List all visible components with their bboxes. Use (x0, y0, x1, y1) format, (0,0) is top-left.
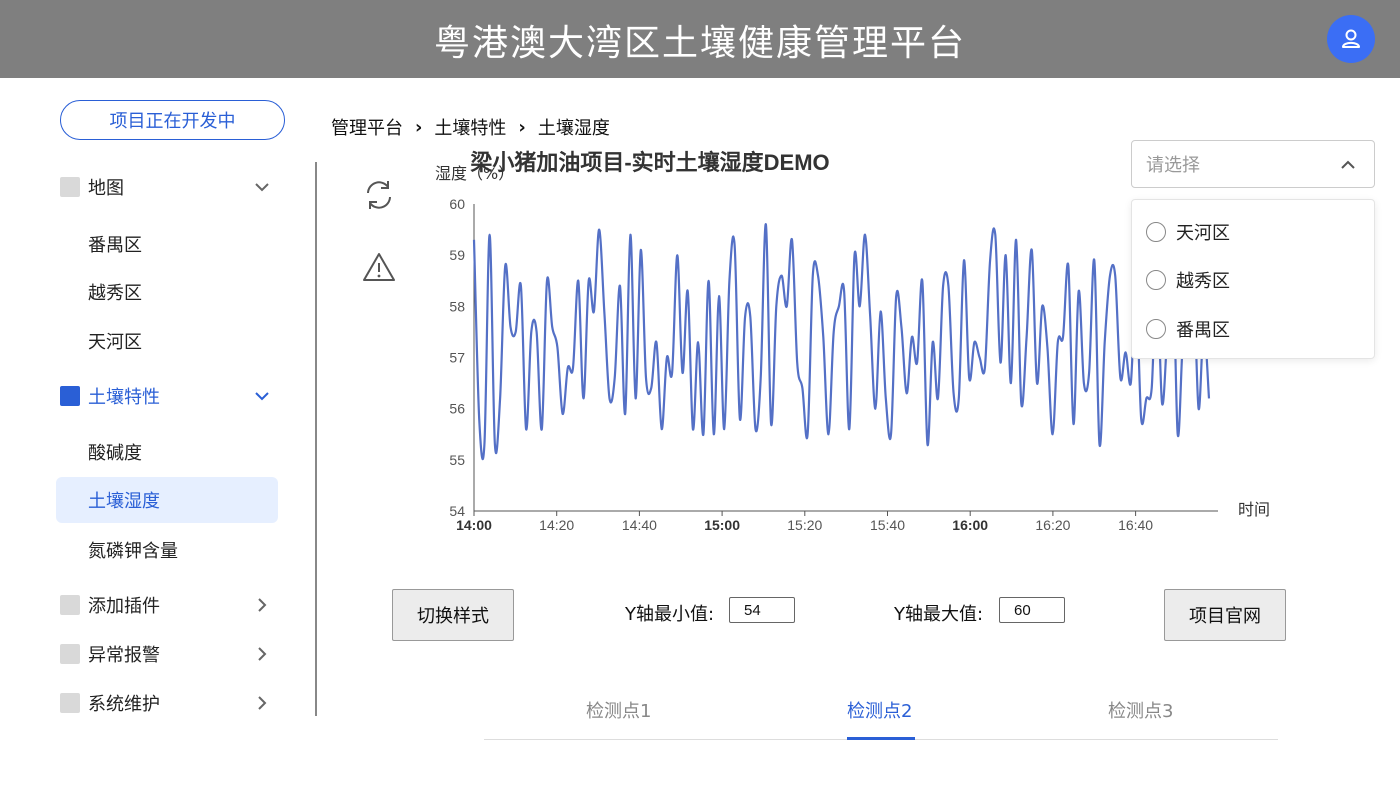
sidebar-item-npk[interactable]: 氮磷钾含量 (56, 527, 278, 573)
tab-point-2[interactable]: 检测点2 (847, 697, 912, 723)
sidebar-item-yuexiu[interactable]: 越秀区 (56, 269, 278, 315)
tab-point-3[interactable]: 检测点3 (1108, 697, 1173, 723)
active-tab-indicator (847, 737, 915, 740)
region-option-panyu[interactable]: 番禺区 (1146, 314, 1230, 344)
moisture-series-line (472, 223, 1211, 461)
y-tick-label: 56 (449, 401, 465, 417)
x-tick-label: 15:40 (870, 517, 905, 533)
alarm-icon (60, 644, 80, 664)
switch-style-button[interactable]: 切换样式 (392, 589, 514, 641)
maintenance-icon (60, 693, 80, 713)
project-website-button[interactable]: 项目官网 (1164, 589, 1286, 641)
region-select-placeholder: 请选择 (1146, 155, 1200, 176)
radio-icon[interactable] (1146, 222, 1166, 242)
breadcrumb-item: 土壤湿度 (537, 118, 610, 139)
y-min-label: Y轴最小值: (625, 604, 715, 625)
chevron-right-icon (258, 696, 267, 710)
warning-icon[interactable] (362, 251, 396, 283)
chart-title: 梁小猪加油项目-实时土壤湿度DEMO (469, 150, 829, 175)
y-axis-ticks: 54555657585960 (449, 196, 465, 519)
sidebar-item-soil-moisture[interactable]: 土壤湿度 (56, 477, 278, 523)
menu-label: 土壤特性 (88, 387, 160, 408)
chevron-right-icon: › (518, 116, 526, 138)
x-tick-label: 14:40 (622, 517, 657, 533)
menu-label: 系统维护 (88, 694, 160, 715)
sidebar-item-panyu[interactable]: 番禺区 (56, 221, 278, 267)
y-tick-label: 57 (449, 350, 465, 366)
x-axis-label: 时间 (1238, 500, 1270, 519)
x-axis-ticks: 14:00 14:20 14:40 15:00 15:20 15:40 16:00 16:20… (456, 511, 1153, 533)
dev-status-button[interactable]: 项目正在开发中 (60, 100, 285, 140)
breadcrumb-item[interactable]: 管理平台 (331, 114, 403, 140)
tab-point-1[interactable]: 检测点1 (586, 697, 651, 723)
sidebar-item-tianhe[interactable]: 天河区 (56, 318, 278, 364)
menu-alarms[interactable]: 异常报警 (56, 634, 280, 674)
region-dropdown: 天河区 越秀区 番禺区 (1131, 199, 1375, 359)
x-tick-label: 16:20 (1035, 517, 1070, 533)
user-icon (1342, 29, 1360, 48)
menu-maintenance[interactable]: 系统维护 (56, 683, 280, 723)
option-label: 越秀区 (1176, 271, 1230, 292)
menu-soil-properties[interactable]: 土壤特性 (56, 376, 280, 416)
user-avatar-button[interactable] (1327, 15, 1375, 63)
x-tick-label: 14:20 (539, 517, 574, 533)
radio-icon[interactable] (1146, 319, 1166, 339)
x-tick-label: 14:00 (456, 517, 492, 533)
app-header: 粤港澳大湾区土壤健康管理平台 (0, 0, 1400, 78)
menu-label: 地图 (88, 178, 124, 199)
app-title: 粤港澳大湾区土壤健康管理平台 (433, 23, 966, 64)
sidebar-item-ph[interactable]: 酸碱度 (56, 429, 278, 475)
x-tick-label: 15:20 (787, 517, 822, 533)
menu-label: 异常报警 (88, 645, 160, 666)
option-label: 天河区 (1176, 223, 1230, 244)
sidebar-divider (315, 162, 317, 716)
y-max-input[interactable] (999, 597, 1065, 623)
chevron-right-icon (258, 647, 267, 661)
chevron-right-icon (258, 598, 267, 612)
menu-map[interactable]: 地图 (56, 167, 280, 207)
breadcrumb: 管理平台 › 土壤特性 › 土壤湿度 (331, 114, 610, 140)
chevron-right-icon: › (415, 116, 423, 138)
region-option-yuexiu[interactable]: 越秀区 (1146, 265, 1230, 295)
y-tick-label: 55 (449, 452, 465, 468)
chevron-up-icon (1341, 160, 1355, 169)
x-tick-label: 16:40 (1118, 517, 1153, 533)
breadcrumb-item[interactable]: 土壤特性 (434, 114, 506, 140)
soil-icon (60, 386, 80, 406)
y-tick-label: 59 (449, 247, 465, 263)
region-option-tianhe[interactable]: 天河区 (1146, 217, 1230, 247)
x-tick-label: 16:00 (952, 517, 988, 533)
menu-plugins[interactable]: 添加插件 (56, 585, 280, 625)
menu-label: 添加插件 (88, 596, 160, 617)
option-label: 番禺区 (1176, 320, 1230, 341)
y-tick-label: 60 (449, 196, 465, 212)
chevron-down-icon (255, 183, 269, 192)
map-icon (60, 177, 80, 197)
x-tick-label: 15:00 (704, 517, 740, 533)
region-select[interactable]: 请选择 (1131, 140, 1375, 188)
radio-icon[interactable] (1146, 270, 1166, 290)
y-max-label: Y轴最大值: (894, 604, 984, 625)
y-tick-label: 58 (449, 298, 465, 314)
y-min-input[interactable] (729, 597, 795, 623)
chevron-down-icon (255, 392, 269, 401)
y-axis-label: 湿度（%） (435, 164, 514, 183)
plugin-icon (60, 595, 80, 615)
refresh-icon[interactable] (362, 178, 396, 212)
